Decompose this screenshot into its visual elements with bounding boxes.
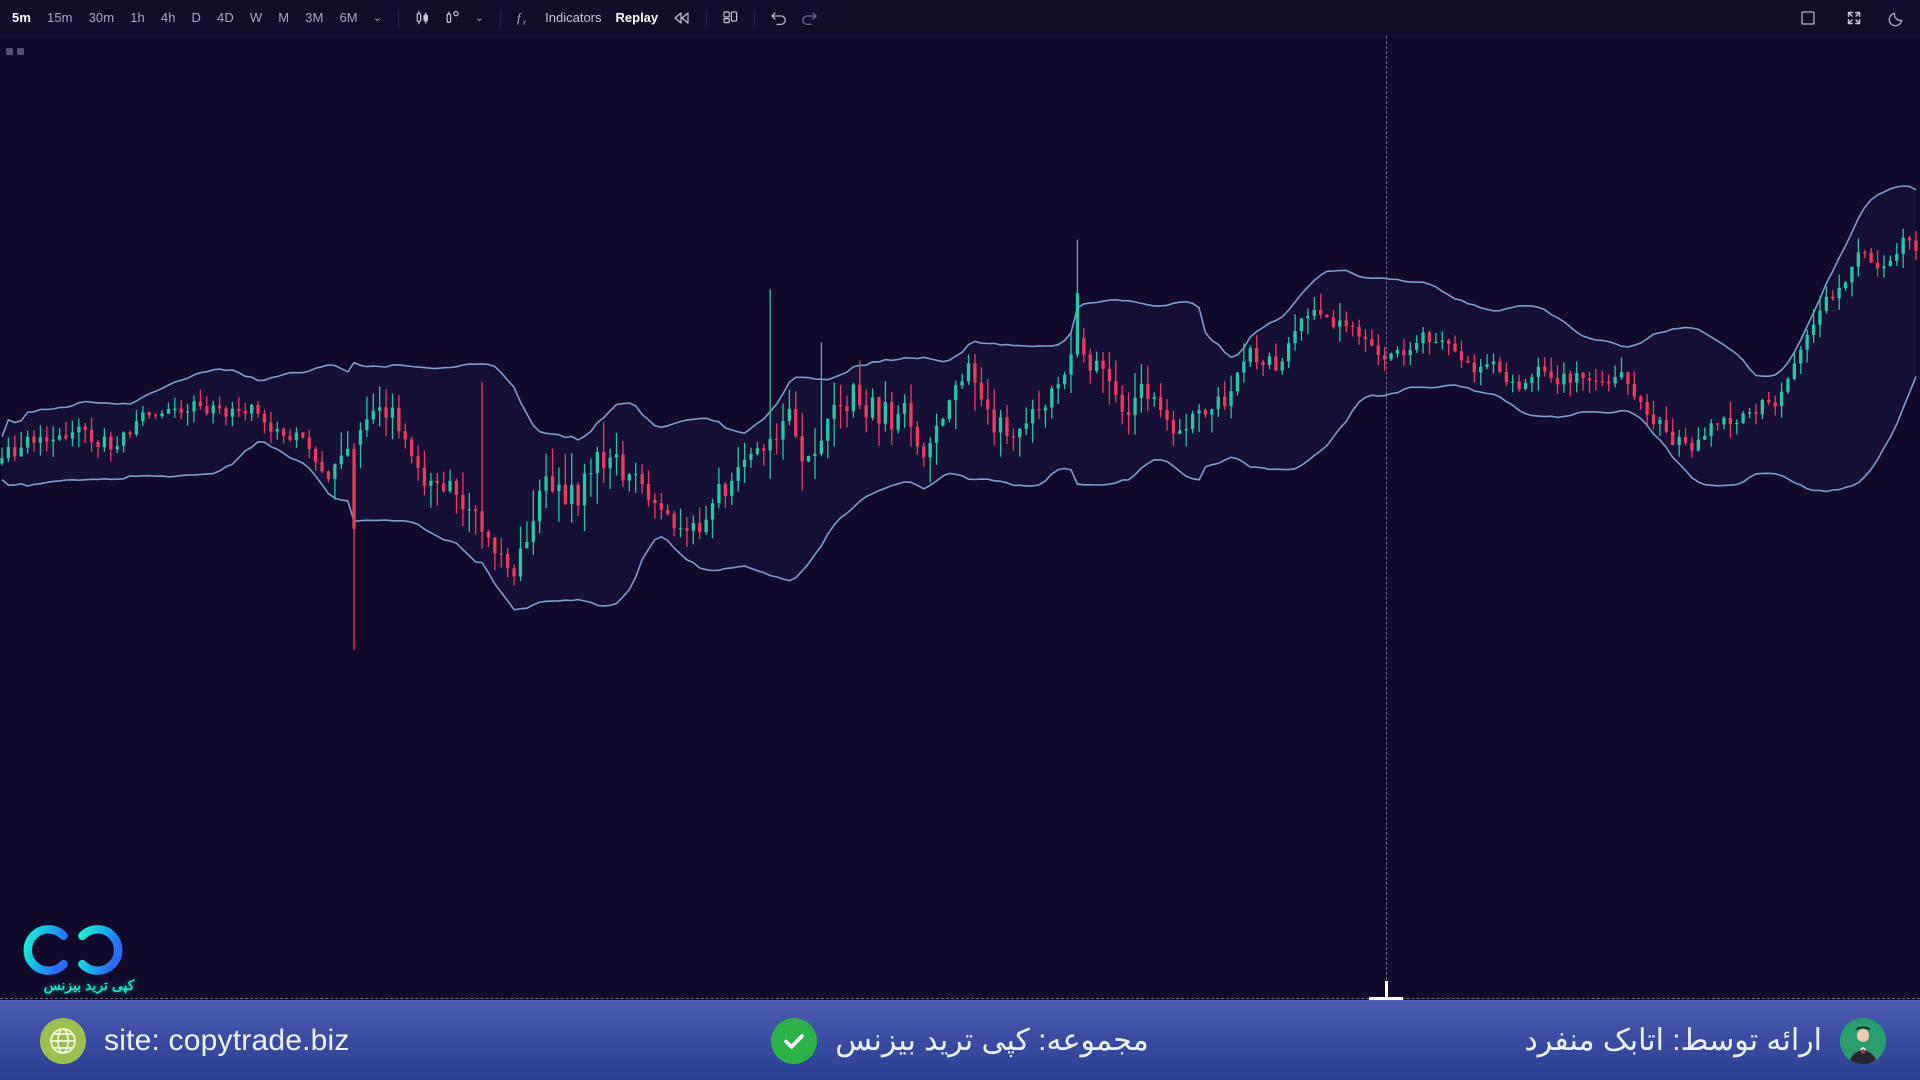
banner-site-text: site: copytrade.biz	[104, 1024, 350, 1058]
timeframe-m[interactable]: M	[270, 5, 297, 30]
timeframe-d[interactable]: D	[184, 5, 210, 30]
top-toolbar: 5m 15m 30m 1h 4h D 4D W M 3M 6M ⌄	[0, 0, 1920, 36]
banner-presenter-text: ارائه توسط: اتابک منفرد	[1524, 1023, 1822, 1058]
toolbar-divider-3	[706, 9, 707, 27]
check-circle-icon	[771, 1018, 817, 1064]
timeframe-w[interactable]: W	[242, 5, 270, 30]
infinity-co-logo	[20, 919, 126, 981]
style-more-chevron-down-icon[interactable]: ⌄	[468, 7, 491, 28]
square-snapshot-icon[interactable]	[1792, 5, 1824, 31]
presenter-avatar-icon	[1840, 1018, 1886, 1064]
toolbar-divider-4	[754, 9, 755, 27]
banner-site-section: site: copytrade.biz	[0, 1001, 640, 1080]
moon-icon[interactable]	[1882, 5, 1912, 31]
replay-button[interactable]: Replay	[609, 4, 666, 31]
globe-icon	[40, 1018, 86, 1064]
timeframe-4d[interactable]: 4D	[209, 5, 242, 30]
fullscreen-expand-icon[interactable]	[1838, 5, 1870, 31]
brand-logo: کپی ترید بیزنس	[14, 919, 164, 994]
banner-group-text: مجموعه: کپی ترید بیزنس	[835, 1023, 1149, 1058]
indicators-button[interactable]: Indicators	[538, 4, 608, 31]
toolbar-divider-1	[398, 9, 399, 27]
crosshair-horizontal-line	[0, 998, 1920, 999]
toolbar-right-group	[1792, 0, 1920, 35]
bar-style-icon[interactable]	[438, 5, 468, 31]
undo-arrow-icon[interactable]	[764, 5, 794, 31]
fx-icon[interactable]: f x	[510, 5, 538, 31]
price-chart-svg	[0, 36, 1920, 1000]
timeframe-6m[interactable]: 6M	[331, 5, 365, 30]
timeframe-1h[interactable]: 1h	[122, 5, 153, 30]
candlestick-icon[interactable]	[408, 5, 438, 31]
timeframe-15m[interactable]: 15m	[39, 5, 81, 30]
bottom-info-banner: site: copytrade.biz مجموعه: کپی ترید بیز…	[0, 1000, 1920, 1080]
crosshair-vertical-line	[1386, 36, 1387, 1000]
svg-text:x: x	[522, 17, 527, 26]
chart-canvas[interactable]: کپی ترید بیزنس	[0, 36, 1920, 1000]
timeframe-4h[interactable]: 4h	[153, 5, 184, 30]
timeframe-3m[interactable]: 3M	[297, 5, 331, 30]
timeframe-5m[interactable]: 5m	[4, 5, 39, 30]
timeframe-more-chevron-down-icon[interactable]: ⌄	[366, 7, 389, 28]
brand-logo-text: کپی ترید بیزنس	[14, 977, 164, 994]
rewind-icon[interactable]	[665, 5, 697, 31]
chart-legend-dots	[6, 48, 24, 55]
toolbar-left-group: 5m 15m 30m 1h 4h D 4D W M 3M 6M ⌄	[0, 0, 824, 35]
layout-grid-icon[interactable]	[716, 5, 745, 31]
toolbar-divider-2	[500, 9, 501, 27]
banner-presenter-section: ارائه توسط: اتابک منفرد	[1280, 1001, 1920, 1080]
redo-arrow-icon[interactable]	[794, 5, 824, 31]
timeframe-30m[interactable]: 30m	[81, 5, 123, 30]
banner-group-section: مجموعه: کپی ترید بیزنس	[640, 1001, 1280, 1080]
